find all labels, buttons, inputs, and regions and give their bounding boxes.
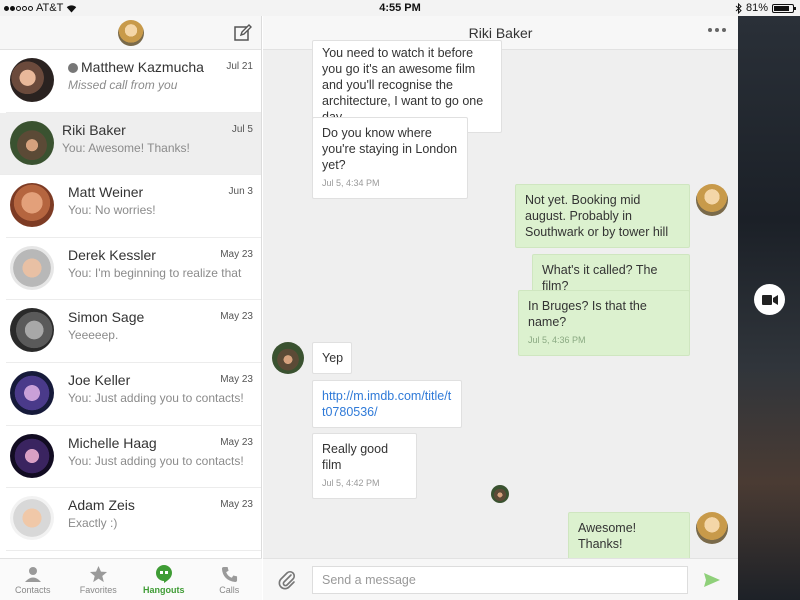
sidebar-header	[0, 16, 261, 50]
message-preview: You: No worries!	[68, 203, 156, 218]
avatar	[10, 245, 54, 290]
conversation-item[interactable]: Adam Zeis Exactly :) May 23	[6, 488, 261, 551]
conversation-date: Jul 5	[231, 123, 253, 135]
contact-name: Joe Keller	[68, 371, 131, 388]
message-preview: Yeeeeep.	[68, 328, 119, 343]
avatar	[10, 120, 54, 165]
incoming-message: Yep	[312, 342, 352, 374]
contact-name: Derek Kessler	[68, 246, 156, 263]
conversation-item-selected[interactable]: Riki Baker You: Awesome! Thanks! Jul 5	[0, 112, 261, 176]
message-timestamp: Jul 5, 4:34 PM	[322, 178, 380, 188]
avatar	[10, 496, 54, 541]
conversation-item[interactable]: Matthew Kazmucha Missed call from you Ju…	[6, 50, 261, 113]
video-call-button[interactable]	[754, 284, 785, 315]
video-camera-icon	[761, 294, 778, 305]
conversation-item[interactable]: Simon Sage Yeeeeep. May 23	[6, 300, 261, 363]
contact-name: Matt Weiner	[68, 184, 144, 201]
contact-name: Riki Baker	[62, 121, 126, 138]
message-input[interactable]	[312, 566, 688, 594]
conversation-item[interactable]: Derek Kessler You: I'm beginning to real…	[6, 238, 261, 301]
message-timestamp: Jul 5, 4:36 PM	[528, 335, 586, 345]
outgoing-message: In Bruges? Is that the name? Jul 5, 4:36…	[518, 290, 690, 356]
my-message-avatar	[696, 184, 728, 216]
bluetooth-icon	[735, 2, 742, 14]
nav-label: Contacts	[14, 585, 51, 595]
conversation-date: Jul 21	[226, 61, 253, 72]
conversation-date: May 23	[220, 436, 253, 448]
contact-name: Adam Zeis	[68, 497, 135, 514]
message-composer	[263, 558, 738, 600]
conversation-date: Jun 3	[228, 186, 253, 198]
nav-label: Favorites	[79, 585, 117, 595]
conversation-item[interactable]: Joe Keller You: Just adding you to conta…	[6, 363, 261, 426]
person-icon	[24, 567, 41, 582]
avatar	[10, 183, 54, 228]
my-message-avatar	[696, 512, 728, 544]
conversation-list-pane: Matthew Kazmucha Missed call from you Ju…	[0, 16, 262, 600]
hangouts-app: Matthew Kazmucha Missed call from you Ju…	[0, 16, 738, 600]
contact-name: Matthew Kazmucha	[68, 59, 204, 75]
missed-call-icon	[68, 63, 78, 73]
read-receipt-avatar	[491, 485, 509, 503]
compose-icon[interactable]	[234, 24, 252, 42]
conversation-date: May 23	[220, 499, 253, 511]
contact-message-avatar	[272, 342, 304, 374]
incoming-message-link: http://m.imdb.com/title/tt0780536/	[312, 380, 462, 428]
nav-contacts[interactable]: Contacts	[0, 559, 66, 600]
conversation-date: May 23	[220, 373, 253, 385]
battery-percent: 81%	[745, 2, 768, 14]
incoming-message: Do you know where you're staying in Lond…	[312, 117, 468, 199]
message-preview: You: Just adding you to contacts!	[68, 390, 244, 405]
status-bar: AT&T 4:55 PM 81%	[0, 0, 800, 16]
nav-favorites[interactable]: Favorites	[66, 559, 132, 600]
contact-name: Michelle Haag	[68, 434, 157, 451]
nav-label: Calls	[219, 585, 240, 595]
bottom-nav: Contacts Favorites Hangouts Calls	[0, 558, 262, 600]
nav-label: Hangouts	[143, 585, 185, 595]
clock: 4:55 PM	[379, 2, 421, 14]
contact-name: Simon Sage	[68, 309, 145, 326]
avatar	[10, 308, 54, 353]
conversation-date: May 23	[220, 311, 253, 323]
attachment-icon[interactable]	[277, 570, 297, 590]
chat-pane: Riki Baker You need to watch it before y…	[263, 16, 738, 600]
avatar	[10, 433, 54, 478]
outgoing-message: Not yet. Booking mid august. Probably in…	[515, 184, 690, 248]
nav-hangouts[interactable]: Hangouts	[131, 559, 197, 600]
phone-icon	[221, 566, 237, 582]
incoming-message: Really good film Jul 5, 4:42 PM	[312, 433, 417, 499]
message-preview: Exactly :)	[68, 516, 118, 531]
nav-calls[interactable]: Calls	[197, 559, 263, 600]
message-preview: You: Awesome! Thanks!	[62, 140, 190, 155]
message-preview: You: Just adding you to contacts!	[68, 453, 244, 468]
star-icon	[89, 565, 107, 582]
avatar	[10, 58, 54, 102]
conversation-date: May 23	[220, 248, 253, 260]
message-preview: You: I'm beginning to realize that	[68, 265, 242, 280]
send-icon[interactable]	[703, 571, 721, 589]
message-preview: Missed call from you	[68, 78, 178, 92]
status-right: 81%	[735, 2, 796, 14]
my-avatar[interactable]	[118, 20, 144, 46]
battery-icon	[772, 3, 796, 13]
hangouts-icon	[155, 565, 172, 583]
conversation-item[interactable]: Matt Weiner You: No worries! Jun 3	[6, 175, 261, 238]
avatar	[10, 370, 54, 415]
message-timestamp: Jul 5, 4:42 PM	[322, 478, 380, 488]
message-link[interactable]: http://m.imdb.com/title/tt0780536/	[322, 389, 451, 419]
more-options-icon[interactable]	[708, 28, 726, 32]
conversation-item[interactable]: Michelle Haag You: Just adding you to co…	[6, 426, 261, 489]
